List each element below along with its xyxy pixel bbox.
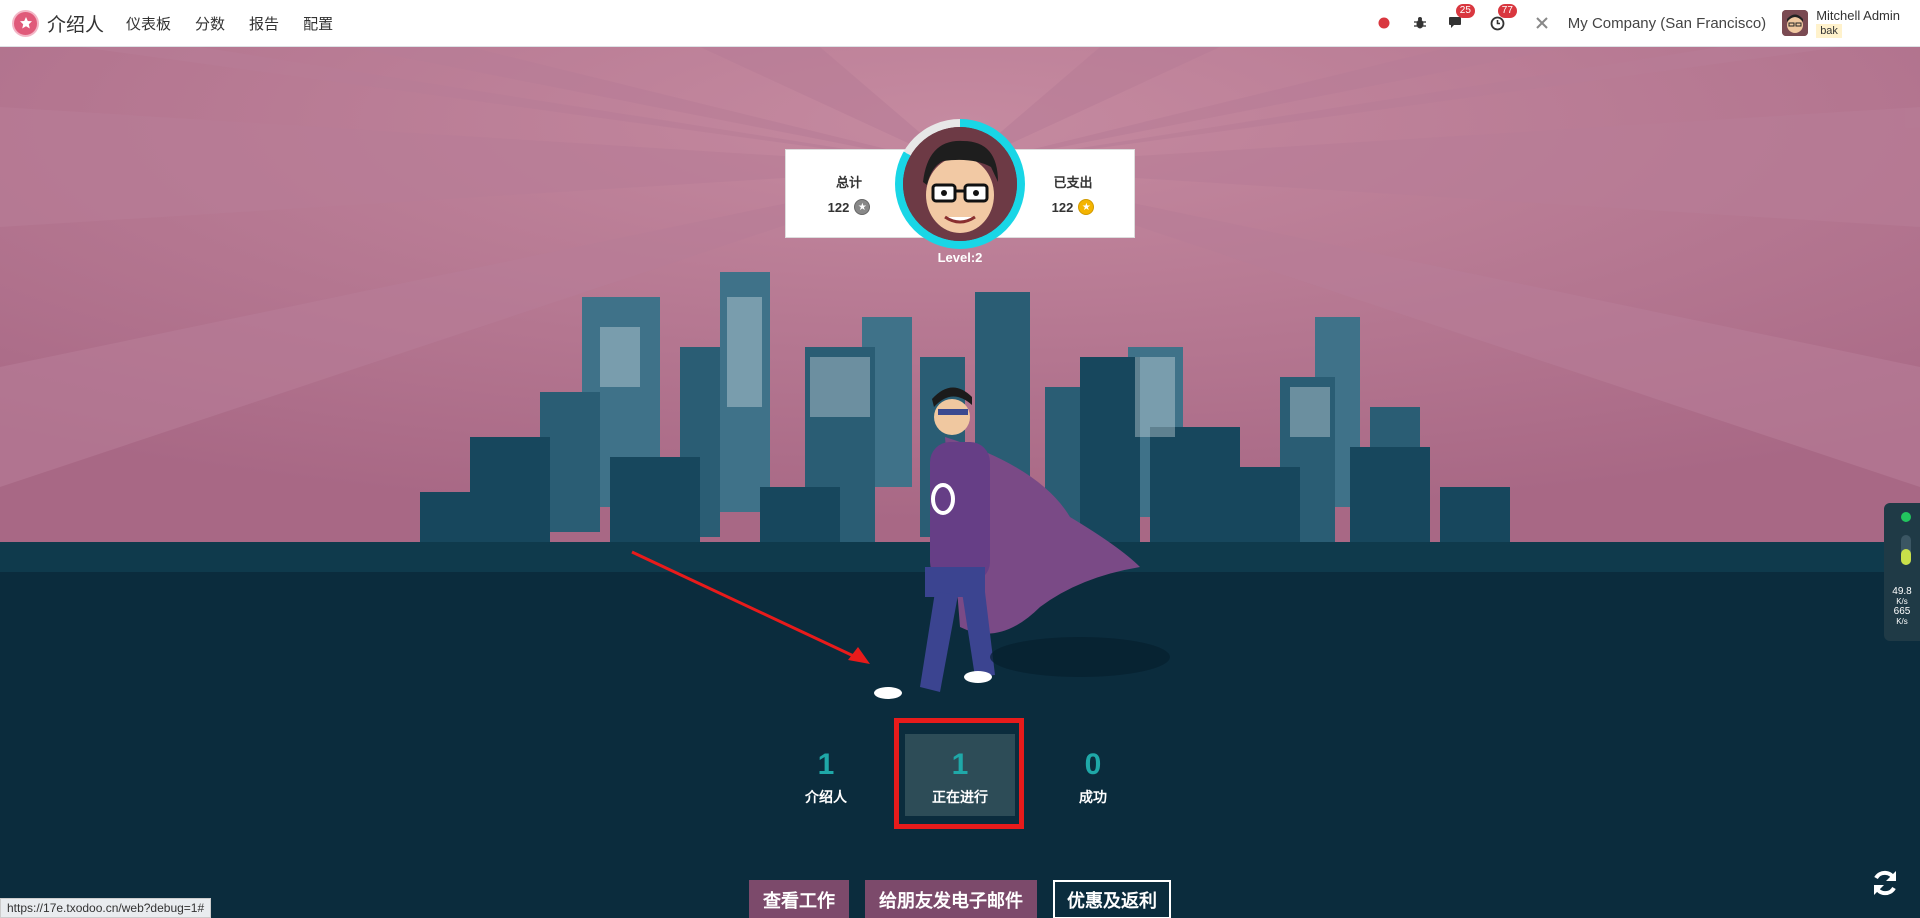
activities-badge: 77 xyxy=(1497,4,1517,18)
email-friends-button[interactable]: 给朋友发电子邮件 xyxy=(865,880,1037,918)
top-navbar: 介绍人 仪表板 分数 报告 配置 25 77 My Company (San F… xyxy=(0,0,1920,47)
status-bar-url: https://17e.txodoo.cn/web?debug=1# xyxy=(0,898,212,918)
total-points-label: 总计 xyxy=(835,175,862,190)
level-progress-ring xyxy=(895,119,1025,249)
menu-reports[interactable]: 报告 xyxy=(249,13,279,34)
spent-points-label: 已支出 xyxy=(1053,175,1093,190)
download-unit: K/s xyxy=(1896,617,1908,626)
record-icon[interactable] xyxy=(1374,13,1394,33)
app-name[interactable]: 介绍人 xyxy=(47,10,104,37)
user-avatar xyxy=(1782,10,1809,36)
database-name: bak xyxy=(1816,23,1842,38)
user-menu[interactable]: Mitchell Admin bak xyxy=(1782,7,1900,38)
gold-star-coin-icon: ★ xyxy=(1078,199,1095,215)
annotation-highlight-box xyxy=(894,718,1024,829)
upload-unit: K/s xyxy=(1896,597,1908,606)
company-switcher[interactable]: My Company (San Francisco) xyxy=(1568,15,1766,32)
menu-points[interactable]: 分数 xyxy=(195,13,225,34)
spent-points-value: 122 xyxy=(1051,199,1074,215)
star-coin-icon: ★ xyxy=(854,199,871,215)
messages-icon[interactable]: 25 xyxy=(1446,4,1475,33)
activities-icon[interactable]: 77 xyxy=(1488,4,1517,33)
app-logo-icon[interactable] xyxy=(12,9,39,37)
refresh-icon[interactable] xyxy=(1870,868,1900,906)
level-label: Level:2 xyxy=(937,250,983,265)
menu-configuration[interactable]: 配置 xyxy=(303,13,333,34)
user-name: Mitchell Admin xyxy=(1816,7,1900,23)
upload-speed: 49.8 xyxy=(1892,586,1912,597)
level-avatar xyxy=(903,127,1017,241)
successful-count: 0 xyxy=(1084,748,1102,781)
bug-icon[interactable] xyxy=(1410,13,1430,33)
menu-dashboard[interactable]: 仪表板 xyxy=(126,13,171,34)
counter-successful[interactable]: 0 成功 xyxy=(1038,747,1148,807)
tools-icon[interactable] xyxy=(1532,13,1552,33)
rewards-button[interactable]: 优惠及返利 xyxy=(1053,880,1171,918)
referrals-count: 1 xyxy=(817,748,835,781)
referral-hero: 总计 122 ★ 已支出 122 ★ Level:2 1 介绍人 1 正在进行 … xyxy=(0,47,1920,918)
view-jobs-button[interactable]: 查看工作 xyxy=(749,880,849,918)
network-status-icon xyxy=(1901,512,1911,565)
successful-label: 成功 xyxy=(1079,789,1107,805)
network-speed-widget: 49.8 K/s 665 K/s xyxy=(1884,503,1920,641)
referrals-label: 介绍人 xyxy=(805,789,847,805)
counter-referrals[interactable]: 1 介绍人 xyxy=(771,747,881,807)
total-points-value: 122 xyxy=(827,199,850,215)
download-speed: 665 xyxy=(1893,606,1911,617)
messages-badge: 25 xyxy=(1455,4,1475,18)
